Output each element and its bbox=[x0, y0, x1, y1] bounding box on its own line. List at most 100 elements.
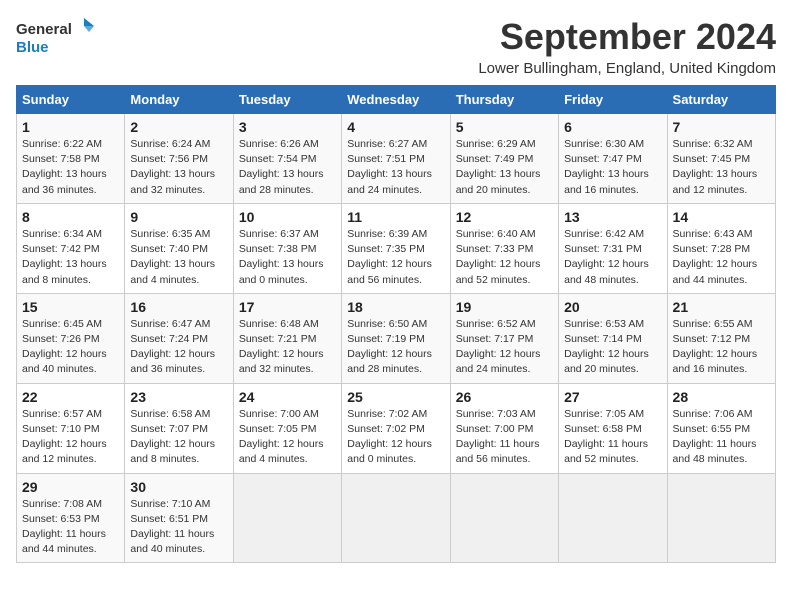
calendar-cell bbox=[233, 473, 341, 563]
day-number: 6 bbox=[564, 119, 661, 135]
day-info: Sunrise: 6:29 AMSunset: 7:49 PMDaylight:… bbox=[456, 137, 553, 198]
day-number: 17 bbox=[239, 299, 336, 315]
calendar-week-2: 8 Sunrise: 6:34 AMSunset: 7:42 PMDaylight… bbox=[17, 203, 776, 293]
day-number: 1 bbox=[22, 119, 119, 135]
calendar-cell: 8 Sunrise: 6:34 AMSunset: 7:42 PMDaylight… bbox=[17, 203, 125, 293]
day-info: Sunrise: 6:57 AMSunset: 7:10 PMDaylight:… bbox=[22, 407, 119, 468]
calendar-cell: 9 Sunrise: 6:35 AMSunset: 7:40 PMDaylight… bbox=[125, 203, 233, 293]
main-title: September 2024 bbox=[478, 16, 776, 58]
calendar-cell: 16 Sunrise: 6:47 AMSunset: 7:24 PMDayligh… bbox=[125, 293, 233, 383]
day-info: Sunrise: 6:50 AMSunset: 7:19 PMDaylight:… bbox=[347, 317, 444, 378]
calendar-cell: 23 Sunrise: 6:58 AMSunset: 7:07 PMDayligh… bbox=[125, 383, 233, 473]
calendar-week-3: 15 Sunrise: 6:45 AMSunset: 7:26 PMDayligh… bbox=[17, 293, 776, 383]
calendar-week-4: 22Sunrise: 6:57 AMSunset: 7:10 PMDayligh… bbox=[17, 383, 776, 473]
day-number: 28 bbox=[673, 389, 770, 405]
day-number: 26 bbox=[456, 389, 553, 405]
day-info: Sunrise: 6:22 AMSunset: 7:58 PMDaylight:… bbox=[22, 137, 119, 198]
calendar-cell: 21Sunrise: 6:55 AMSunset: 7:12 PMDayligh… bbox=[667, 293, 775, 383]
day-number: 4 bbox=[347, 119, 444, 135]
calendar-cell: 30Sunrise: 7:10 AMSunset: 6:51 PMDayligh… bbox=[125, 473, 233, 563]
day-info: Sunrise: 6:35 AMSunset: 7:40 PMDaylight:… bbox=[130, 227, 227, 288]
day-info: Sunrise: 7:08 AMSunset: 6:53 PMDaylight:… bbox=[22, 497, 119, 558]
day-number: 23 bbox=[130, 389, 227, 405]
day-info: Sunrise: 6:40 AMSunset: 7:33 PMDaylight:… bbox=[456, 227, 553, 288]
day-number: 8 bbox=[22, 209, 119, 225]
calendar-cell: 1 Sunrise: 6:22 AMSunset: 7:58 PMDaylight… bbox=[17, 114, 125, 204]
day-info: Sunrise: 6:47 AMSunset: 7:24 PMDaylight:… bbox=[130, 317, 227, 378]
calendar-cell: 12 Sunrise: 6:40 AMSunset: 7:33 PMDayligh… bbox=[450, 203, 558, 293]
day-number: 24 bbox=[239, 389, 336, 405]
day-info: Sunrise: 6:30 AMSunset: 7:47 PMDaylight:… bbox=[564, 137, 661, 198]
day-info: Sunrise: 6:39 AMSunset: 7:35 PMDaylight:… bbox=[347, 227, 444, 288]
day-number: 3 bbox=[239, 119, 336, 135]
day-info: Sunrise: 6:53 AMSunset: 7:14 PMDaylight:… bbox=[564, 317, 661, 378]
title-block: September 2024 Lower Bullingham, England… bbox=[478, 16, 776, 77]
calendar-cell bbox=[559, 473, 667, 563]
calendar-cell: 17 Sunrise: 6:48 AMSunset: 7:21 PMDayligh… bbox=[233, 293, 341, 383]
calendar-cell: 29Sunrise: 7:08 AMSunset: 6:53 PMDayligh… bbox=[17, 473, 125, 563]
day-number: 25 bbox=[347, 389, 444, 405]
day-info: Sunrise: 7:10 AMSunset: 6:51 PMDaylight:… bbox=[130, 497, 227, 558]
calendar-cell: 4 Sunrise: 6:27 AMSunset: 7:51 PMDaylight… bbox=[342, 114, 450, 204]
day-info: Sunrise: 6:27 AMSunset: 7:51 PMDaylight:… bbox=[347, 137, 444, 198]
day-info: Sunrise: 6:24 AMSunset: 7:56 PMDaylight:… bbox=[130, 137, 227, 198]
day-info: Sunrise: 7:02 AMSunset: 7:02 PMDaylight:… bbox=[347, 407, 444, 468]
day-info: Sunrise: 6:42 AMSunset: 7:31 PMDaylight:… bbox=[564, 227, 661, 288]
svg-text:Blue: Blue bbox=[16, 39, 49, 56]
calendar-table: SundayMondayTuesdayWednesdayThursdayFrid… bbox=[16, 85, 776, 563]
day-number: 16 bbox=[130, 299, 227, 315]
day-header-thursday: Thursday bbox=[450, 86, 558, 114]
day-info: Sunrise: 6:34 AMSunset: 7:42 PMDaylight:… bbox=[22, 227, 119, 288]
day-number: 15 bbox=[22, 299, 119, 315]
calendar-cell: 27 Sunrise: 7:05 AMSunset: 6:58 PMDayligh… bbox=[559, 383, 667, 473]
calendar-cell: 18 Sunrise: 6:50 AMSunset: 7:19 PMDayligh… bbox=[342, 293, 450, 383]
day-info: Sunrise: 7:03 AMSunset: 7:00 PMDaylight:… bbox=[456, 407, 553, 468]
calendar-cell bbox=[667, 473, 775, 563]
logo-svg: General Blue bbox=[16, 16, 96, 60]
day-number: 9 bbox=[130, 209, 227, 225]
day-number: 7 bbox=[673, 119, 770, 135]
day-number: 13 bbox=[564, 209, 661, 225]
day-number: 12 bbox=[456, 209, 553, 225]
day-number: 19 bbox=[456, 299, 553, 315]
day-info: Sunrise: 6:58 AMSunset: 7:07 PMDaylight:… bbox=[130, 407, 227, 468]
subtitle: Lower Bullingham, England, United Kingdo… bbox=[478, 60, 776, 77]
day-info: Sunrise: 6:48 AMSunset: 7:21 PMDaylight:… bbox=[239, 317, 336, 378]
calendar-cell: 25 Sunrise: 7:02 AMSunset: 7:02 PMDayligh… bbox=[342, 383, 450, 473]
calendar-cell: 3Sunrise: 6:26 AMSunset: 7:54 PMDaylight… bbox=[233, 114, 341, 204]
day-number: 21 bbox=[673, 299, 770, 315]
calendar-cell: 7 Sunrise: 6:32 AMSunset: 7:45 PMDaylight… bbox=[667, 114, 775, 204]
calendar-week-5: 29Sunrise: 7:08 AMSunset: 6:53 PMDayligh… bbox=[17, 473, 776, 563]
day-number: 27 bbox=[564, 389, 661, 405]
day-number: 18 bbox=[347, 299, 444, 315]
day-number: 5 bbox=[456, 119, 553, 135]
day-info: Sunrise: 6:52 AMSunset: 7:17 PMDaylight:… bbox=[456, 317, 553, 378]
day-header-tuesday: Tuesday bbox=[233, 86, 341, 114]
calendar-cell bbox=[342, 473, 450, 563]
day-info: Sunrise: 6:45 AMSunset: 7:26 PMDaylight:… bbox=[22, 317, 119, 378]
day-info: Sunrise: 7:06 AMSunset: 6:55 PMDaylight:… bbox=[673, 407, 770, 468]
day-info: Sunrise: 7:00 AMSunset: 7:05 PMDaylight:… bbox=[239, 407, 336, 468]
day-header-sunday: Sunday bbox=[17, 86, 125, 114]
day-info: Sunrise: 7:05 AMSunset: 6:58 PMDaylight:… bbox=[564, 407, 661, 468]
day-number: 10 bbox=[239, 209, 336, 225]
day-number: 14 bbox=[673, 209, 770, 225]
day-info: Sunrise: 6:32 AMSunset: 7:45 PMDaylight:… bbox=[673, 137, 770, 198]
calendar-cell: 28 Sunrise: 7:06 AMSunset: 6:55 PMDayligh… bbox=[667, 383, 775, 473]
calendar-cell: 15 Sunrise: 6:45 AMSunset: 7:26 PMDayligh… bbox=[17, 293, 125, 383]
calendar-cell: 24 Sunrise: 7:00 AMSunset: 7:05 PMDayligh… bbox=[233, 383, 341, 473]
calendar-cell: 13 Sunrise: 6:42 AMSunset: 7:31 PMDayligh… bbox=[559, 203, 667, 293]
day-header-wednesday: Wednesday bbox=[342, 86, 450, 114]
calendar-cell: 10 Sunrise: 6:37 AMSunset: 7:38 PMDayligh… bbox=[233, 203, 341, 293]
day-info: Sunrise: 6:37 AMSunset: 7:38 PMDaylight:… bbox=[239, 227, 336, 288]
calendar-week-1: 1 Sunrise: 6:22 AMSunset: 7:58 PMDaylight… bbox=[17, 114, 776, 204]
day-header-monday: Monday bbox=[125, 86, 233, 114]
day-number: 2 bbox=[130, 119, 227, 135]
svg-text:General: General bbox=[16, 21, 72, 38]
day-header-friday: Friday bbox=[559, 86, 667, 114]
day-header-saturday: Saturday bbox=[667, 86, 775, 114]
calendar-cell: 2 Sunrise: 6:24 AMSunset: 7:56 PMDaylight… bbox=[125, 114, 233, 204]
day-number: 20 bbox=[564, 299, 661, 315]
day-info: Sunrise: 6:43 AMSunset: 7:28 PMDaylight:… bbox=[673, 227, 770, 288]
calendar-header-row: SundayMondayTuesdayWednesdayThursdayFrid… bbox=[17, 86, 776, 114]
